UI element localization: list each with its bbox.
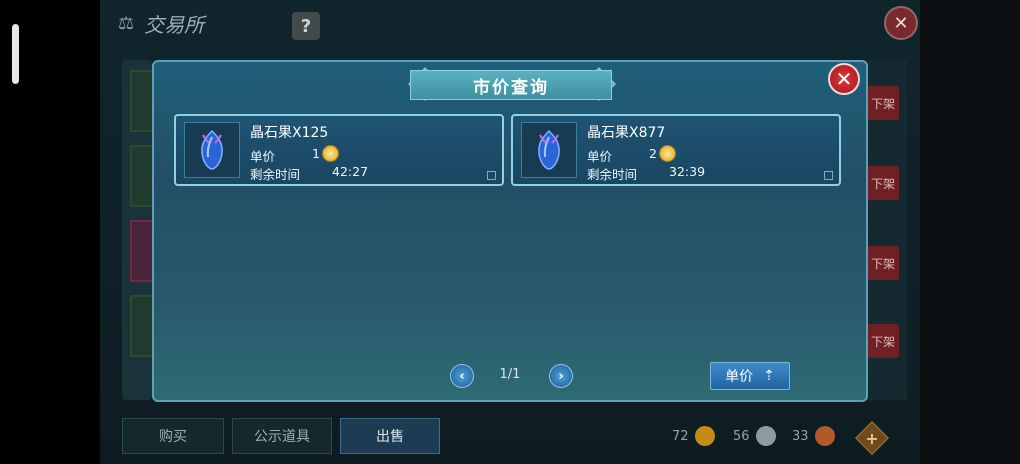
- help-button[interactable]: ?: [292, 12, 320, 40]
- remaining-time-value: 42:27: [332, 164, 369, 179]
- sort-button-label: 单价: [725, 369, 754, 385]
- silver-coin-icon: [755, 426, 776, 446]
- price-row: 单价 1: [250, 145, 339, 165]
- coin-icon: [322, 145, 339, 162]
- crystal-fruit-icon: [521, 122, 577, 178]
- prev-page-button[interactable]: ‹: [450, 364, 474, 388]
- market-item-card[interactable]: 晶石果X877 单价 2 剩余时间 32:39: [511, 114, 841, 186]
- corner-mark-icon: [487, 171, 496, 180]
- offshelf-button[interactable]: 下架: [867, 324, 899, 358]
- price-row: 单价 2: [587, 145, 676, 165]
- market-price-dialog: [152, 60, 868, 402]
- remaining-time-label: 剩余时间: [250, 167, 301, 182]
- dialog-close-button[interactable]: ✕: [828, 63, 860, 95]
- currency-gold: 72: [672, 426, 715, 446]
- sort-by-price-button[interactable]: 单价 ⇡: [710, 362, 790, 390]
- remaining-time-label: 剩余时间: [587, 167, 638, 182]
- tab-buy[interactable]: 购买: [122, 418, 224, 454]
- arrow-up-icon: ⇡: [763, 368, 775, 384]
- exchange-title: ⚖ 交易所: [118, 6, 448, 40]
- currency-silver-value: 56: [733, 428, 750, 444]
- price-label: 单价: [587, 149, 613, 164]
- market-item-card[interactable]: 晶石果X125 单价 1 剩余时间 42:27: [174, 114, 504, 186]
- corner-mark-icon: [824, 171, 833, 180]
- time-row: 剩余时间 32:39: [587, 164, 705, 183]
- offshelf-button[interactable]: 下架: [867, 86, 899, 120]
- price-value: 1: [312, 146, 320, 161]
- item-name: 晶石果X125: [250, 125, 329, 141]
- crystal-fruit-icon: [184, 122, 240, 178]
- offshelf-button[interactable]: 下架: [867, 166, 899, 200]
- item-name: 晶石果X877: [587, 125, 666, 141]
- tab-sell[interactable]: 出售: [340, 418, 440, 454]
- exchange-title-text: 交易所: [144, 12, 205, 37]
- next-page-button[interactable]: ›: [549, 364, 573, 388]
- currency-copper-value: 33: [792, 428, 809, 444]
- dialog-title: 市价查询: [410, 70, 612, 100]
- currency-gold-value: 72: [672, 428, 689, 444]
- tab-public-items[interactable]: 公示道具: [232, 418, 332, 454]
- time-row: 剩余时间 42:27: [250, 164, 368, 183]
- currency-copper: 33: [792, 426, 835, 446]
- exchange-close-button[interactable]: ✕: [884, 6, 918, 40]
- coin-icon: [659, 145, 676, 162]
- gold-coin-icon: [694, 426, 715, 446]
- copper-coin-icon: [814, 426, 835, 446]
- side-handle[interactable]: [12, 24, 19, 84]
- plus-icon: +: [865, 428, 879, 448]
- remaining-time-value: 32:39: [669, 164, 706, 179]
- price-label: 单价: [250, 149, 276, 164]
- scale-icon: ⚖: [118, 12, 135, 34]
- price-value: 2: [649, 146, 657, 161]
- right-margin: [920, 0, 1020, 464]
- offshelf-button[interactable]: 下架: [867, 246, 899, 280]
- page-indicator: 1/1: [499, 367, 521, 382]
- currency-silver: 56: [733, 426, 776, 446]
